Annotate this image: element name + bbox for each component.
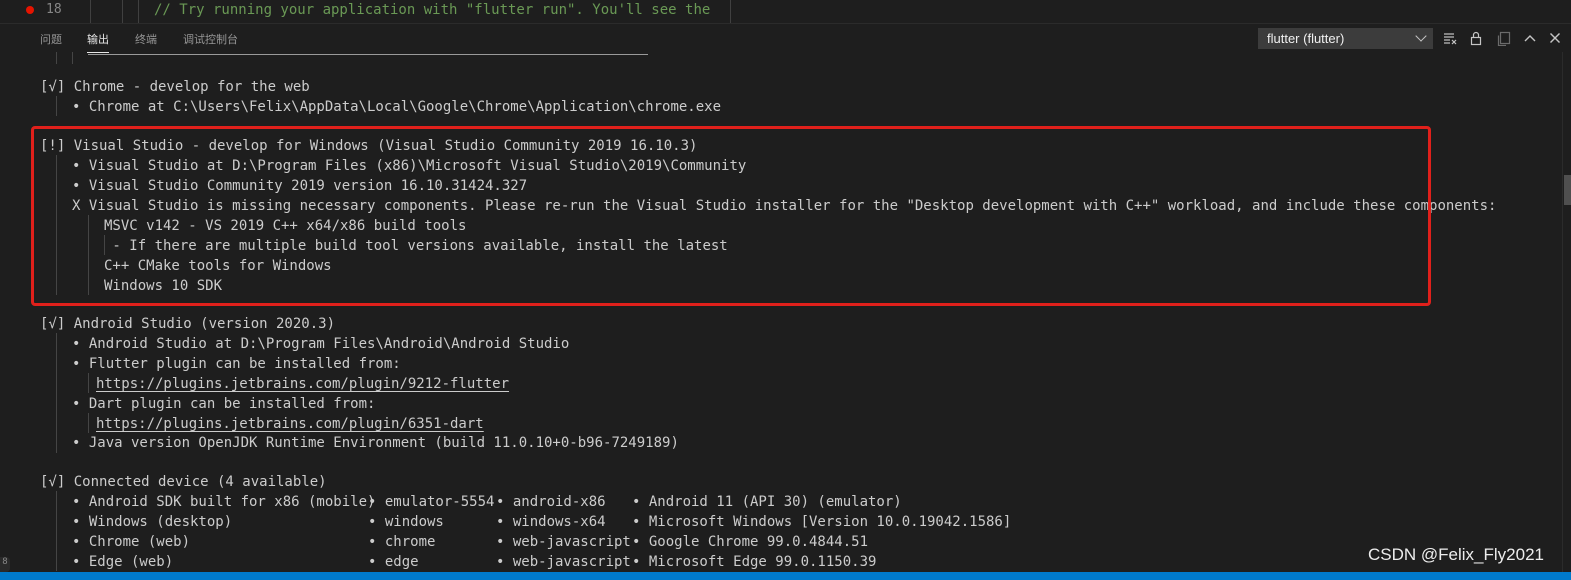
as-dart-plugin-line: • Dart plugin can be installed from: <box>72 396 376 412</box>
panel-header: 问题 输出 终端 调试控制台 flutter (flutter) <box>0 23 1571 53</box>
tab-debug-console[interactable]: 调试控制台 <box>183 31 238 47</box>
scrollbar-thumb[interactable] <box>1564 175 1571 205</box>
breakpoint-icon[interactable] <box>26 6 34 14</box>
device-platform: • web-javascript <box>496 554 631 570</box>
tab-problems[interactable]: 问题 <box>40 31 62 47</box>
flutter-plugin-link[interactable]: https://plugins.jetbrains.com/plugin/921… <box>96 374 509 394</box>
tab-terminal[interactable]: 终端 <box>135 31 157 47</box>
device-platform: • web-javascript <box>496 534 631 550</box>
device-name: • Chrome (web) <box>72 534 191 550</box>
watermark: CSDN @Felix_Fly2021 <box>1368 545 1544 564</box>
device-id: • windows <box>368 514 444 530</box>
chrome-header: [√] Chrome - develop for the web <box>40 79 310 95</box>
maximize-panel-icon[interactable] <box>1522 30 1538 46</box>
lock-scroll-icon[interactable] <box>1468 30 1484 46</box>
device-platform: • windows-x64 <box>496 514 606 530</box>
device-details: • Google Chrome 99.0.4844.51 <box>632 534 869 550</box>
scrolled-link-underline <box>88 54 648 55</box>
device-details: • Microsoft Windows [Version 10.0.19042.… <box>632 514 1012 530</box>
device-name: • Android SDK built for x86 (mobile) <box>72 494 376 510</box>
chevron-down-icon <box>1415 30 1427 42</box>
indent-guide <box>88 413 89 433</box>
device-name: • Edge (web) <box>72 554 174 570</box>
indent-guide <box>72 52 73 64</box>
dart-plugin-link[interactable]: https://plugins.jetbrains.com/plugin/635… <box>96 414 484 434</box>
indent-guide <box>56 52 57 64</box>
indent-guide <box>90 0 91 23</box>
as-flutter-plugin-line: • Flutter plugin can be installed from: <box>72 356 401 372</box>
as-header: [√] Android Studio (version 2020.3) <box>40 316 336 332</box>
device-id: • emulator-5554 <box>368 494 495 510</box>
as-path-line: • Android Studio at D:\Program Files\And… <box>72 336 570 352</box>
indent-guide <box>730 0 731 23</box>
clear-output-icon[interactable] <box>1442 30 1458 46</box>
indent-guide <box>138 0 139 23</box>
status-bar <box>0 572 1571 580</box>
output-panel[interactable]: [√] Chrome - develop for the web • Chrom… <box>0 52 1562 572</box>
indent-guide <box>56 96 57 116</box>
indent-guide <box>56 333 57 453</box>
editor-strip: 18 // Try running your application with … <box>0 0 1571 23</box>
device-id: • chrome <box>368 534 436 550</box>
open-log-icon[interactable] <box>1496 30 1512 46</box>
device-id: • edge <box>368 554 419 570</box>
tab-output[interactable]: 输出 <box>87 31 109 53</box>
code-comment-line: // Try running your application with "fl… <box>154 2 711 18</box>
chrome-path-line: • Chrome at C:\Users\Felix\AppData\Local… <box>72 99 722 115</box>
as-java-line: • Java version OpenJDK Runtime Environme… <box>72 435 679 451</box>
close-panel-icon[interactable] <box>1547 30 1563 46</box>
indent-guide <box>56 491 57 571</box>
vertical-scrollbar[interactable] <box>1562 52 1571 572</box>
indent-guide <box>88 373 89 393</box>
highlight-annotation-box <box>31 126 1431 306</box>
gutter-number: 8 <box>0 557 10 572</box>
device-details: • Android 11 (API 30) (emulator) <box>632 494 902 510</box>
device-details: • Microsoft Edge 99.0.1150.39 <box>632 554 877 570</box>
device-name: • Windows (desktop) <box>72 514 233 530</box>
device-platform: • android-x86 <box>496 494 606 510</box>
line-number: 18 <box>46 2 62 17</box>
cd-header: [√] Connected device (4 available) <box>40 474 327 490</box>
indent-guide <box>122 0 123 23</box>
output-channel-value: flutter (flutter) <box>1267 31 1345 46</box>
output-channel-select[interactable]: flutter (flutter) <box>1258 28 1433 49</box>
